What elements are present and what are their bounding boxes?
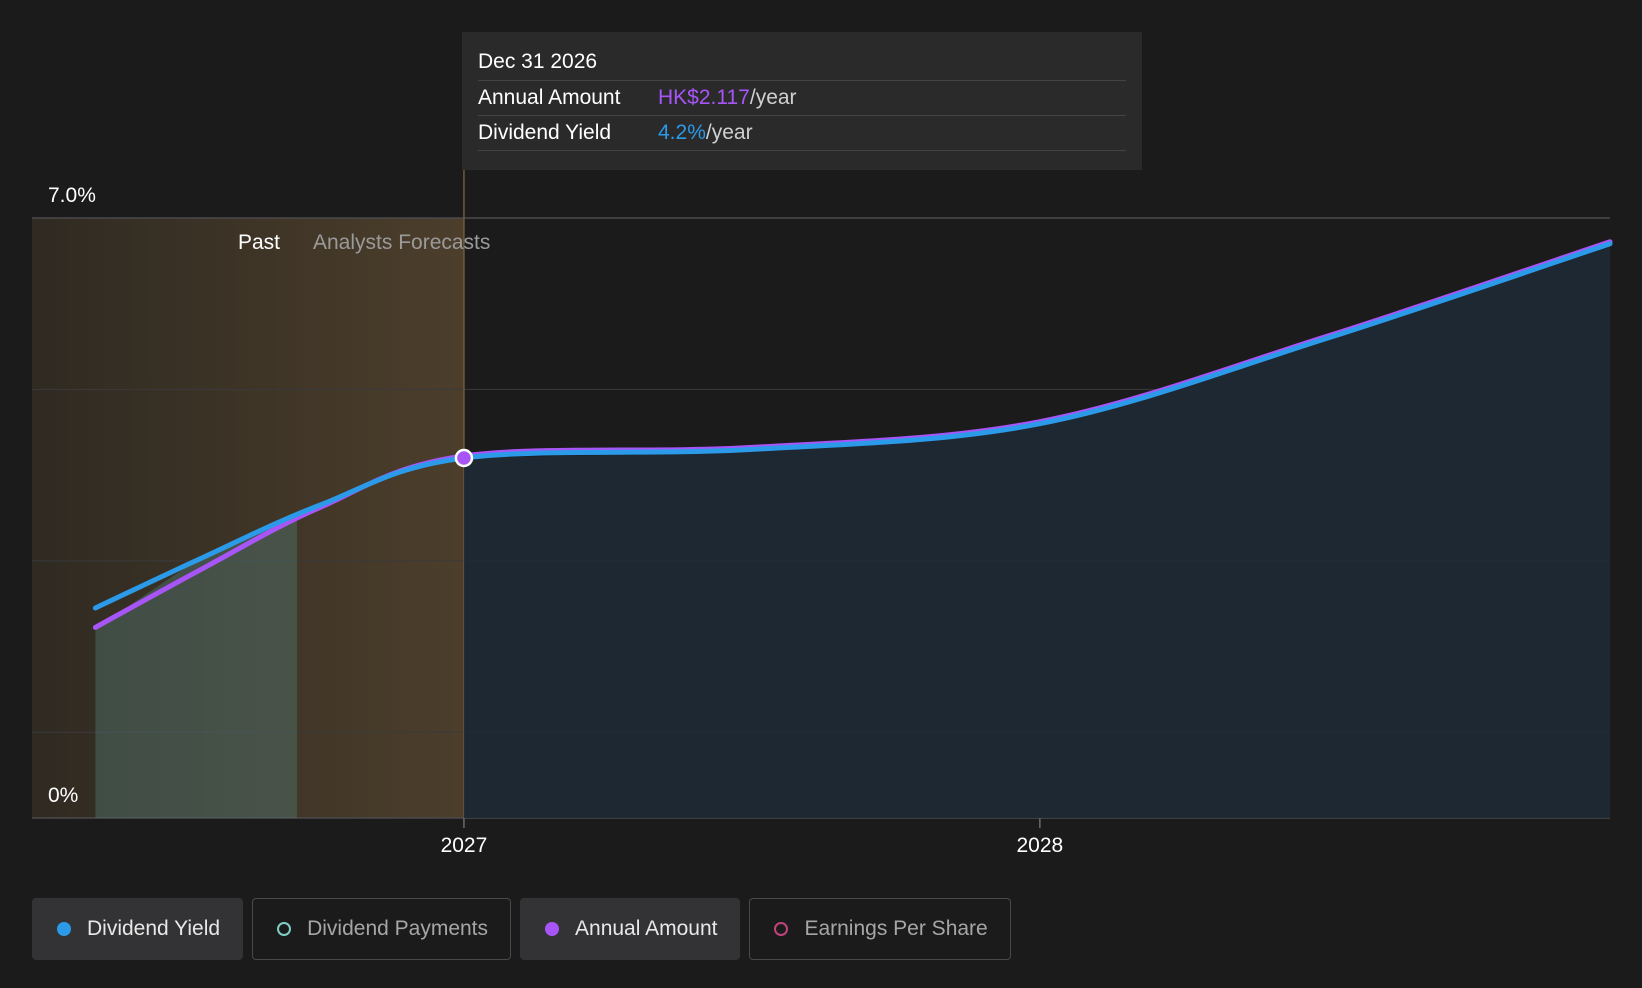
legend-label: Dividend Yield xyxy=(87,917,221,940)
past-label: Past xyxy=(238,231,280,254)
tooltip-date-row: Dec 31 2026 xyxy=(478,44,1126,81)
legend-dot-icon xyxy=(545,922,560,936)
tooltip-yield-row: Dividend Yield 4.2%/year xyxy=(478,116,1126,151)
tooltip-yield-label: Dividend Yield xyxy=(478,121,612,144)
tooltip-annual-row: Annual Amount HK$2.117/year xyxy=(478,81,1126,116)
tooltip: Dec 31 2026 Annual Amount HK$2.117/year … xyxy=(462,32,1142,170)
tooltip-date: Dec 31 2026 xyxy=(478,50,598,73)
x-tick-label: 2027 xyxy=(441,834,488,857)
hover-marker xyxy=(454,448,474,468)
legend-earnings-per-share[interactable]: Earnings Per Share xyxy=(749,898,1011,960)
legend-label: Annual Amount xyxy=(575,917,718,940)
legend-dividend-yield[interactable]: Dividend Yield xyxy=(32,898,244,960)
legend-label: Earnings Per Share xyxy=(804,917,988,940)
legend-label: Dividend Payments xyxy=(307,917,489,940)
legend-dot-icon xyxy=(57,922,71,936)
tooltip-annual-value: HK$2.117 xyxy=(658,86,750,109)
x-tick-label: 2028 xyxy=(1016,834,1063,857)
y-tick-label-bottom: 0% xyxy=(48,784,78,807)
legend-dot-icon xyxy=(774,922,789,936)
chart-marks xyxy=(454,448,474,468)
tooltip-annual-label: Annual Amount xyxy=(478,86,621,109)
legend-dot-icon xyxy=(277,922,292,936)
tooltip-annual-unit: /year xyxy=(749,86,797,109)
tooltip-yield-value: 4.2% xyxy=(658,121,706,144)
y-tick-label-top: 7.0% xyxy=(48,184,96,207)
forecast-label: Analysts Forecasts xyxy=(313,231,490,254)
legend-dividend-payments[interactable]: Dividend Payments xyxy=(252,898,512,960)
legend-annual-amount[interactable]: Annual Amount xyxy=(520,898,741,960)
dividend-yield-area xyxy=(463,243,1610,818)
dividend-chart: 2027 2028 7.0% 0% Past Analysts Forecasts Dec… xyxy=(0,0,1642,988)
tooltip-yield-unit: /year xyxy=(705,121,753,144)
legend: Dividend Yield Dividend Payments Annual … xyxy=(32,898,1011,960)
